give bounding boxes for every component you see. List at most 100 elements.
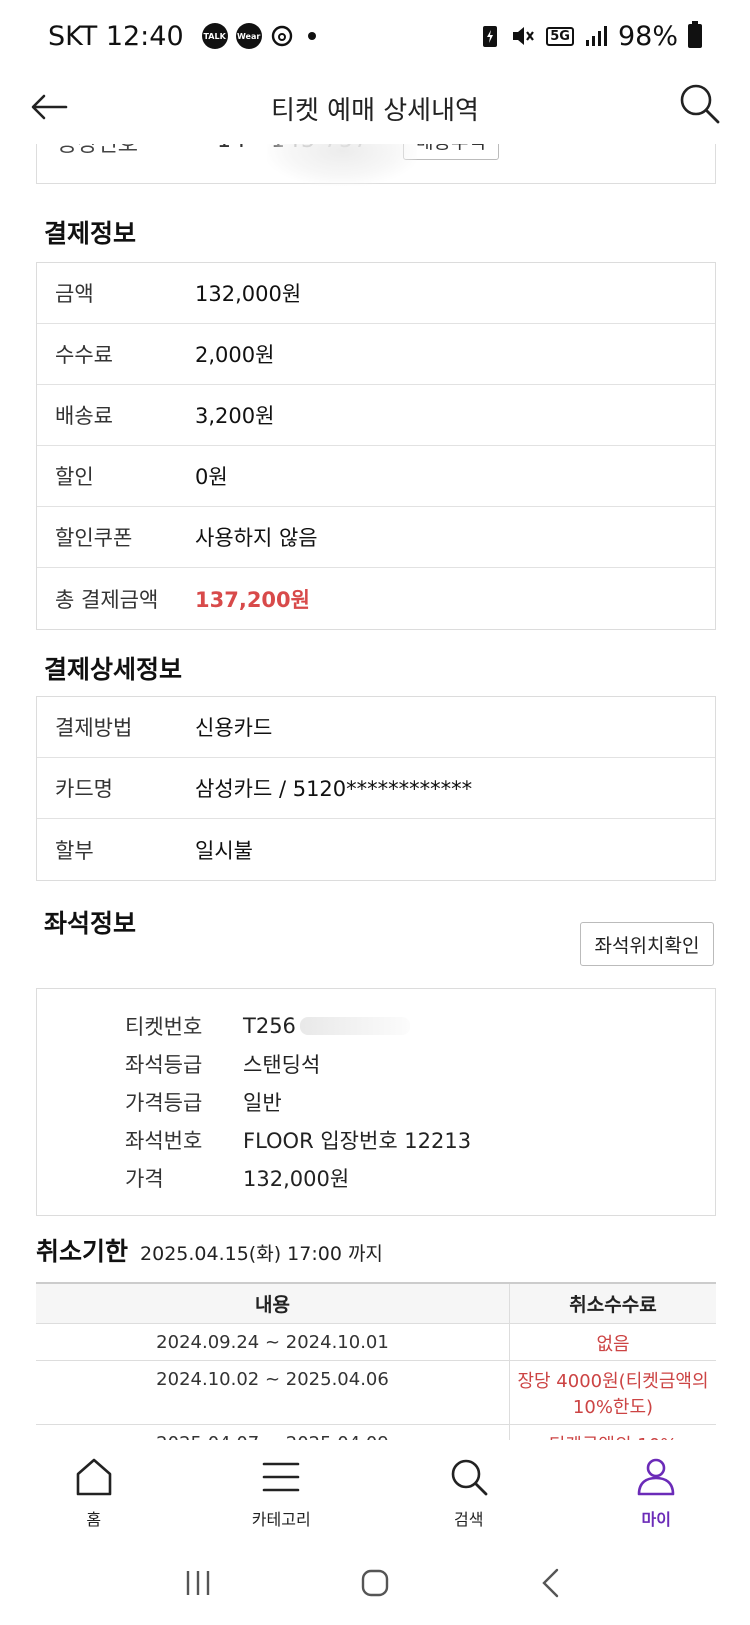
row-label: 결제방법 bbox=[55, 716, 133, 740]
nav-label: 홈 bbox=[86, 1510, 102, 1529]
table-row: 결제방법 신용카드 bbox=[37, 697, 715, 758]
table-row: 카드명 삼성카드 / 5120************ bbox=[37, 758, 715, 819]
row-label: 할인쿠폰 bbox=[55, 526, 133, 550]
row-label: 총 결제금액 bbox=[55, 587, 159, 612]
row-value: 일시불 bbox=[195, 838, 253, 863]
period-cell: 2024.10.02 ~ 2025.04.06 bbox=[36, 1361, 510, 1424]
payment-detail-table: 결제방법 신용카드 카드명 삼성카드 / 5120************ 할부 일시… bbox=[36, 696, 716, 881]
total-amount: 137,200원 bbox=[195, 587, 310, 612]
nav-search[interactable]: 검색 bbox=[375, 1440, 563, 1540]
table-row: 2024.09.24 ~ 2024.10.01 없음 bbox=[36, 1324, 716, 1361]
row-value: 신용카드 bbox=[195, 716, 273, 740]
redaction-smudge bbox=[267, 144, 417, 186]
fee-cell: 티켓금액의 10% bbox=[510, 1425, 716, 1440]
menu-icon bbox=[262, 1462, 300, 1492]
search-icon[interactable] bbox=[676, 80, 722, 126]
nav-home[interactable]: 홈 bbox=[0, 1440, 188, 1540]
table-row: 2025.04.07 ~ 2025.04.09 티켓금액의 10% bbox=[36, 1425, 716, 1440]
status-right: 5G 98% bbox=[480, 21, 702, 52]
status-bar: SKT 12:40 TALK Wear 5G 98% bbox=[0, 0, 750, 72]
row-value: 2,000원 bbox=[195, 343, 275, 367]
kakaotalk-icon: TALK bbox=[201, 23, 228, 49]
seat-row: 좌석번호 FLOOR 입장번호 12213 bbox=[37, 1121, 715, 1159]
table-row: 금액 132,000원 bbox=[37, 263, 715, 324]
cancel-deadline-title: 취소기한 bbox=[36, 1237, 129, 1266]
search-icon bbox=[451, 1459, 488, 1496]
row-value: 일반 bbox=[243, 1091, 282, 1115]
table-row: 총 결제금액 137,200원 bbox=[37, 568, 715, 629]
table-row: 2024.10.02 ~ 2025.04.06 장당 4000원(티켓금액의 1… bbox=[36, 1361, 716, 1425]
recents-icon[interactable] bbox=[178, 1563, 218, 1603]
wear-icon: Wear bbox=[235, 23, 262, 49]
table-row: 할인쿠폰 사용하지 않음 bbox=[37, 507, 715, 568]
scroll-content[interactable]: 송장번호 14···143·757 배송추적 결제정보 금액 132,000원 수… bbox=[0, 144, 750, 1440]
period-cell: 2025.04.07 ~ 2025.04.09 bbox=[36, 1425, 510, 1440]
table-row: 수수료 2,000원 bbox=[37, 324, 715, 385]
row-value: 스탠딩석 bbox=[243, 1053, 321, 1077]
row-value: 132,000원 bbox=[243, 1167, 350, 1191]
threads-icon bbox=[271, 25, 292, 47]
fee-cell: 없음 bbox=[596, 1334, 630, 1355]
row-label: 할부 bbox=[55, 838, 94, 863]
back-chevron-icon[interactable] bbox=[532, 1563, 572, 1603]
system-nav-bar bbox=[0, 1540, 750, 1625]
tracking-label: 송장번호 bbox=[57, 144, 138, 157]
app-header: 티켓 예매 상세내역 bbox=[0, 72, 750, 144]
row-label: 가격등급 bbox=[125, 1091, 203, 1115]
row-label: 티켓번호 bbox=[125, 1015, 203, 1039]
row-label: 금액 bbox=[55, 282, 94, 306]
bottom-nav: 홈 카테고리 검색 마이 bbox=[0, 1440, 750, 1540]
payment-info-table: 금액 132,000원 수수료 2,000원 배송료 3,200원 할인 0원 할인쿠폰… bbox=[36, 262, 716, 630]
page-title: 티켓 예매 상세내역 bbox=[271, 95, 479, 126]
fee-cell: 장당 4000원(티켓금액의 10%한도) bbox=[517, 1371, 709, 1418]
seat-location-button[interactable]: 좌석위치확인 bbox=[580, 922, 714, 966]
status-left: SKT 12:40 TALK Wear bbox=[48, 21, 316, 52]
more-notifications-dot bbox=[307, 32, 316, 40]
nav-category[interactable]: 카테고리 bbox=[188, 1440, 376, 1540]
table-row: 배송료 3,200원 bbox=[37, 385, 715, 446]
cancel-deadline: 취소기한 2025.04.15(화) 17:00 까지 bbox=[36, 1232, 383, 1268]
network-5g-icon: 5G bbox=[546, 26, 574, 46]
seat-row: 티켓번호 T256 bbox=[37, 1007, 715, 1045]
seat-row: 가격 132,000원 bbox=[37, 1159, 715, 1197]
nav-label: 검색 bbox=[454, 1510, 484, 1529]
payment-info-title: 결제정보 bbox=[44, 219, 137, 248]
nav-label: 카테고리 bbox=[251, 1510, 311, 1529]
row-value: 3,200원 bbox=[195, 404, 275, 428]
nav-my[interactable]: 마이 bbox=[563, 1440, 750, 1540]
table-header: 내용 취소수수료 bbox=[36, 1284, 716, 1324]
row-value: 사용하지 않음 bbox=[195, 526, 318, 550]
payment-detail-title: 결제상세정보 bbox=[44, 655, 183, 684]
home-circle-icon[interactable] bbox=[355, 1563, 395, 1603]
row-value: 삼성카드 / 5120************ bbox=[195, 777, 473, 801]
row-label: 수수료 bbox=[55, 343, 113, 367]
table-row: 할인 0원 bbox=[37, 446, 715, 507]
row-value: 0원 bbox=[195, 465, 228, 489]
seat-info-title: 좌석정보 bbox=[44, 909, 137, 938]
battery-icon bbox=[688, 21, 702, 48]
track-shipment-button[interactable]: 배송추적 bbox=[403, 144, 499, 160]
carrier-time: SKT 12:40 bbox=[48, 20, 184, 52]
row-value: 132,000원 bbox=[195, 282, 302, 306]
battery-percent: 98% bbox=[617, 20, 678, 52]
back-arrow-icon[interactable] bbox=[28, 86, 70, 128]
row-label: 좌석등급 bbox=[125, 1053, 203, 1077]
row-label: 카드명 bbox=[55, 777, 113, 801]
redacted-ticket-digits bbox=[299, 1017, 410, 1035]
ticket-number: T256 bbox=[243, 1014, 296, 1038]
row-label: 배송료 bbox=[55, 404, 113, 428]
notification-icons: TALK Wear bbox=[201, 23, 316, 49]
table-row: 할부 일시불 bbox=[37, 819, 715, 880]
column-header: 내용 bbox=[36, 1284, 510, 1323]
row-label: 좌석번호 bbox=[125, 1129, 203, 1153]
user-icon bbox=[637, 1458, 675, 1496]
seat-info-box: 티켓번호 T256 좌석등급 스탠딩석 가격등급 일반 좌석번호 FLOOR 입장번호 … bbox=[36, 988, 716, 1216]
cancel-fee-table: 내용 취소수수료 2024.09.24 ~ 2024.10.01 없음 2024… bbox=[36, 1282, 716, 1440]
mute-icon bbox=[513, 27, 535, 45]
row-label: 할인 bbox=[55, 465, 94, 489]
seat-row: 가격등급 일반 bbox=[37, 1083, 715, 1121]
period-cell: 2024.09.24 ~ 2024.10.01 bbox=[36, 1324, 510, 1360]
cancel-deadline-date: 2025.04.15(화) 17:00 까지 bbox=[140, 1243, 383, 1265]
shipping-info-box: 송장번호 14···143·757 배송추적 bbox=[36, 144, 716, 186]
column-header: 취소수수료 bbox=[569, 1294, 657, 1316]
